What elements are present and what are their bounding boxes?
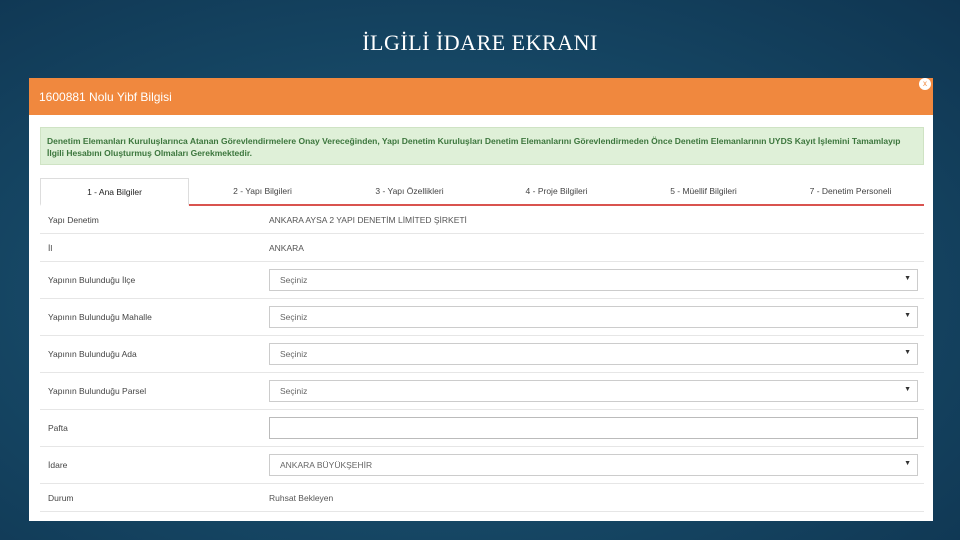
form-row-il: İl ANKARA [40,234,924,262]
parsel-select-value: Seçiniz [280,386,308,396]
mahalle-label: Yapının Bulunduğu Mahalle [48,312,152,322]
form-row-ada: Yapının Bulunduğu Ada Seçiniz ▼ [40,336,924,373]
caret-down-icon: ▼ [904,386,911,393]
pafta-label: Pafta [48,423,68,433]
ilce-label: Yapının Bulunduğu İlçe [48,275,136,285]
durum-label: Durum [48,492,74,503]
il-label: İl [48,242,53,253]
il-value: ANKARA [269,242,304,253]
pafta-input[interactable] [269,417,918,439]
window-title: 1600881 Nolu Yibf Bilgisi [39,89,172,104]
window-header: 1600881 Nolu Yibf Bilgisi [29,78,933,115]
tab-ana-bilgiler[interactable]: 1 - Ana Bilgiler [40,178,189,206]
ada-label: Yapının Bulunduğu Ada [48,349,137,359]
caret-down-icon: ▼ [904,349,911,356]
form-row-durum: Durum Ruhsat Bekleyen [40,484,924,512]
idare-select[interactable]: ANKARA BÜYÜKŞEHİR ▼ [269,454,918,476]
tab-yapi-bilgileri[interactable]: 2 - Yapı Bilgileri [189,178,336,206]
tab-yapi-ozellikleri[interactable]: 3 - Yapı Özellikleri [336,178,483,206]
parsel-select[interactable]: Seçiniz ▼ [269,380,918,402]
yapi-denetim-label: Yapı Denetim [48,214,99,225]
tab-bar: 1 - Ana Bilgiler 2 - Yapı Bilgileri 3 - … [40,178,924,206]
form-row-idare: İdare ANKARA BÜYÜKŞEHİR ▼ [40,447,924,484]
tab-muellif-bilgileri[interactable]: 5 - Müellif Bilgileri [630,178,777,206]
idare-select-value: ANKARA BÜYÜKŞEHİR [280,460,373,470]
mahalle-select[interactable]: Seçiniz ▼ [269,306,918,328]
form-row-yapi-denetim: Yapı Denetim ANKARA AYSA 2 YAPI DENETİM … [40,206,924,234]
idare-label: İdare [48,460,68,470]
caret-down-icon: ▼ [904,275,911,282]
info-alert: Denetim Elemanları Kuruluşlarınca Atanan… [40,127,924,165]
tab-denetim-personeli[interactable]: 7 - Denetim Personeli [777,178,924,206]
form-row-ilce: Yapının Bulunduğu İlçe Seçiniz ▼ [40,262,924,299]
ada-select-value: Seçiniz [280,349,308,359]
yapi-denetim-value: ANKARA AYSA 2 YAPI DENETİM LİMİTED ŞİRKE… [269,214,467,225]
ilce-select[interactable]: Seçiniz ▼ [269,269,918,291]
ilce-select-value: Seçiniz [280,275,308,285]
main-info-form: Yapı Denetim ANKARA AYSA 2 YAPI DENETİM … [40,206,924,512]
ada-select[interactable]: Seçiniz ▼ [269,343,918,365]
form-row-pafta: Pafta [40,410,924,447]
durum-value: Ruhsat Bekleyen [269,492,334,503]
alert-text: Denetim Elemanları Kuruluşlarınca Atanan… [47,136,901,158]
parsel-label: Yapının Bulunduğu Parsel [48,386,147,396]
form-row-parsel: Yapının Bulunduğu Parsel Seçiniz ▼ [40,373,924,410]
close-icon[interactable]: x [919,78,931,90]
caret-down-icon: ▼ [904,312,911,319]
slide-title: İLGİLİ İDARE EKRANI [362,30,598,55]
caret-down-icon: ▼ [904,460,911,467]
mahalle-select-value: Seçiniz [280,312,308,322]
tab-proje-bilgileri[interactable]: 4 - Proje Bilgileri [483,178,630,206]
form-row-mahalle: Yapının Bulunduğu Mahalle Seçiniz ▼ [40,299,924,336]
yibf-window: 1600881 Nolu Yibf Bilgisi x Denetim Elem… [29,78,933,521]
